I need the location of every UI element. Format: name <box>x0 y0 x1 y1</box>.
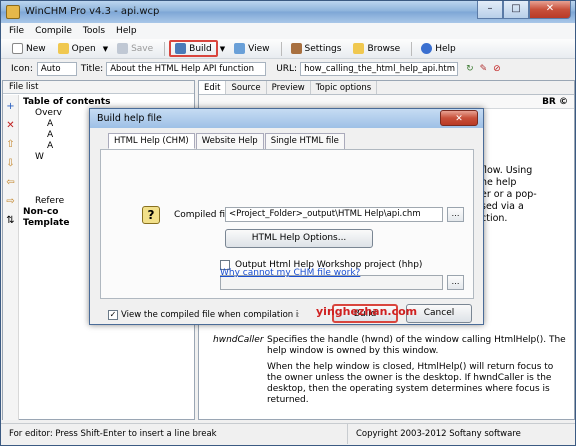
tab-single-html[interactable]: Single HTML file <box>264 133 345 149</box>
tab-source[interactable]: Source <box>226 81 267 94</box>
editor-tabs: Edit Source Preview Topic options <box>199 81 574 95</box>
save-icon <box>117 43 129 54</box>
edit-icon[interactable]: ✎ <box>480 64 488 74</box>
title-input[interactable]: About the HTML Help API function <box>106 62 267 76</box>
delete-icon[interactable]: ✕ <box>3 120 18 133</box>
toolbar-separator <box>411 41 413 56</box>
status-copyright: Copyright 2003-2012 Softany software <box>347 424 521 444</box>
refresh-icon[interactable]: ↻ <box>466 64 474 74</box>
param-description: Specifies the handle (hwnd) of the windo… <box>267 335 570 406</box>
title-label: Title: <box>80 64 104 74</box>
build-label: Build <box>189 43 212 54</box>
format-icon[interactable]: BR © <box>542 97 568 107</box>
browse-button[interactable]: Browse <box>348 40 405 57</box>
text-line: he help <box>481 177 517 188</box>
menu-tools[interactable]: Tools <box>83 23 105 39</box>
compiled-file-browse-button[interactable]: … <box>447 207 464 222</box>
dialog-tabs: HTML Help (CHM) Website Help Single HTML… <box>108 133 346 149</box>
settings-label: Settings <box>304 43 342 54</box>
move-down-icon[interactable]: ⇩ <box>3 158 18 171</box>
file-list-toolbar: + ✕ ⇧ ⇩ ⇦ ⇨ ⇅ <box>3 95 19 420</box>
build-button[interactable]: Build <box>169 40 218 57</box>
help-label: Help <box>435 43 456 54</box>
file-list-header: File list <box>3 81 194 94</box>
open-dropdown-icon[interactable]: ▼ <box>103 45 108 53</box>
build-dropdown-icon[interactable]: ▼ <box>220 45 225 53</box>
menu-help[interactable]: Help <box>116 23 137 39</box>
watermark-text: yinghezhan.com <box>316 305 418 318</box>
add-icon[interactable]: + <box>3 101 18 114</box>
status-bar: For editor: Press Shift-Enter to insert … <box>1 423 575 444</box>
open-button[interactable]: Open <box>53 40 101 57</box>
open-label: Open <box>71 43 96 54</box>
url-input[interactable]: how_calling_the_html_help_api.htm <box>300 62 459 76</box>
app-icon <box>6 5 20 19</box>
move-up-icon[interactable]: ⇧ <box>3 139 18 152</box>
tab-website-help[interactable]: Website Help <box>195 133 264 149</box>
compiled-file-input[interactable]: <Project_Folder>_output\HTML Help\api.ch… <box>225 207 443 222</box>
help-file-icon: ? <box>142 206 160 224</box>
window-title: WinCHM Pro v4.3 - api.wcp <box>25 6 160 17</box>
main-toolbar: New Open ▼ Save Build ▼ View Settings Br… <box>1 39 575 59</box>
toolbar-separator <box>164 41 166 56</box>
close-button[interactable]: ✕ <box>529 1 571 19</box>
settings-icon <box>290 43 302 54</box>
settings-button[interactable]: Settings <box>286 40 347 57</box>
status-hint: For editor: Press Shift-Enter to insert … <box>9 429 217 439</box>
save-button[interactable]: Save <box>112 40 158 57</box>
tab-topic-options[interactable]: Topic options <box>311 81 378 94</box>
text-line: sed via a <box>481 201 524 212</box>
tab-html-help[interactable]: HTML Help (CHM) <box>108 133 195 149</box>
view-button[interactable]: View <box>229 40 274 57</box>
help-button[interactable]: Help <box>416 40 461 57</box>
build-help-file-dialog: Build help file ✕ HTML Help (CHM) Websit… <box>89 108 484 325</box>
move-right-icon[interactable]: ⇨ <box>3 196 18 209</box>
icon-label: Icon: <box>11 64 33 74</box>
caption-buttons: – □ ✕ <box>477 1 571 19</box>
editor-toolbar: BR © <box>199 95 574 109</box>
new-label: New <box>26 43 46 54</box>
sort-icon[interactable]: ⇅ <box>3 215 18 228</box>
topic-properties-bar: Icon: Auto Title: About the HTML Help AP… <box>1 60 575 78</box>
icon-select[interactable]: Auto <box>36 62 77 76</box>
build-icon <box>175 43 187 54</box>
menu-bar: File Compile Tools Help <box>1 23 575 39</box>
view-icon <box>234 43 246 54</box>
param-desc-text: Specifies the handle (hwnd) of the windo… <box>267 335 566 356</box>
browse-label: Browse <box>367 43 401 54</box>
menu-compile[interactable]: Compile <box>35 23 72 39</box>
text-line: flow. Using <box>481 165 533 176</box>
minimize-button[interactable]: – <box>477 1 503 19</box>
view-compiled-label: View the compiled file when compilation … <box>121 310 299 320</box>
why-chm-link[interactable]: Why cannot my CHM file work? <box>220 268 360 278</box>
dialog-close-button[interactable]: ✕ <box>440 110 478 126</box>
tab-preview[interactable]: Preview <box>267 81 311 94</box>
toolbar-separator <box>280 41 282 56</box>
new-button[interactable]: New <box>7 40 51 57</box>
view-compiled-checkbox[interactable]: ✓ <box>108 310 118 320</box>
save-label: Save <box>131 43 154 54</box>
tree-item-toc[interactable]: Table of contents <box>23 97 110 108</box>
browse-folder-icon <box>353 43 365 54</box>
hhp-browse-button[interactable]: … <box>447 275 464 290</box>
maximize-button[interactable]: □ <box>503 1 529 19</box>
text-line: ction. <box>481 213 508 224</box>
param-name: hwndCaller <box>213 335 264 345</box>
html-help-options-button[interactable]: HTML Help Options... <box>225 229 373 248</box>
move-left-icon[interactable]: ⇦ <box>3 177 18 190</box>
view-label: View <box>248 43 270 54</box>
url-label: URL: <box>276 64 298 74</box>
new-file-icon <box>12 43 23 54</box>
folder-icon <box>57 43 69 54</box>
stop-icon[interactable]: ⊘ <box>493 64 501 74</box>
editor-text: flow. Using he help er or a pop- sed via… <box>481 165 576 225</box>
dialog-title: Build help file <box>90 109 483 128</box>
help-icon <box>421 43 433 54</box>
menu-file[interactable]: File <box>9 23 24 39</box>
title-bar: WinCHM Pro v4.3 - api.wcp – □ ✕ <box>1 1 575 23</box>
param-desc-text-2: When the help window is closed, HtmlHelp… <box>267 362 554 405</box>
tab-edit[interactable]: Edit <box>199 81 227 94</box>
text-line: er or a pop- <box>481 189 537 200</box>
